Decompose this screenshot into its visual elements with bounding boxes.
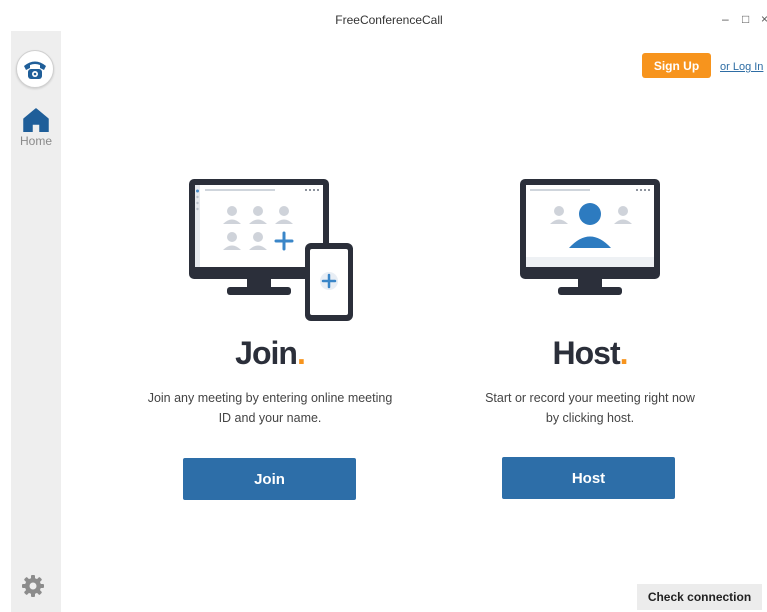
sign-up-button[interactable]: Sign Up [642,53,711,78]
log-in-link[interactable]: or Log In [720,61,763,73]
join-button[interactable]: Join [183,458,356,500]
host-button[interactable]: Host [502,457,675,499]
window-title: FreeConferenceCall [335,13,443,27]
gear-icon[interactable] [21,574,45,598]
host-description: Start or record your meeting right now b… [485,391,695,425]
join-description: Join any meeting by entering online meet… [147,391,393,425]
host-section: Host. Start or record your meeting right… [470,175,710,428]
check-connection-button[interactable]: Check connection [637,584,762,610]
telephone-logo-icon [16,50,54,88]
host-heading: Host. [552,335,629,371]
join-devices-illustration [189,179,353,321]
close-button[interactable]: × [761,12,767,26]
join-heading: Join. [235,335,306,371]
minimize-button[interactable]: – [722,12,729,26]
title-bar: FreeConferenceCall – □ × [11,10,767,31]
sidebar: Home [11,31,61,612]
join-section: Join. Join any meeting by entering onlin… [140,175,400,428]
maximize-button[interactable]: □ [742,12,749,26]
home-icon [23,108,49,132]
sidebar-item-label: Home [19,134,52,148]
sidebar-item-home[interactable]: Home [11,105,61,155]
host-monitor-illustration [520,179,660,295]
